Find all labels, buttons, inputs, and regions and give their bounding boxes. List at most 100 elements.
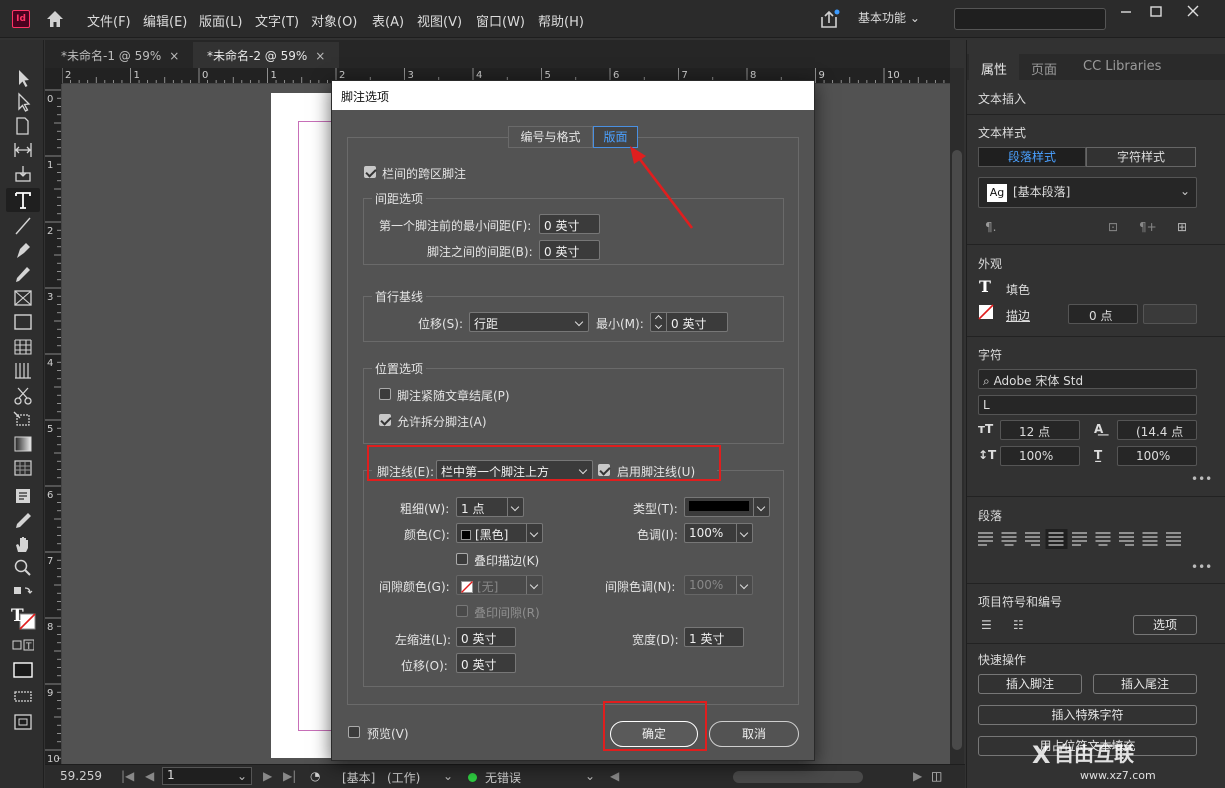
direct-selection-tool-icon[interactable]: [12, 92, 34, 112]
pilcrow-icon[interactable]: ¶.: [985, 220, 996, 234]
fill-type-icon[interactable]: T: [978, 278, 994, 294]
character-styles-toggle[interactable]: 字符样式: [1086, 147, 1196, 167]
line-tool-icon[interactable]: [12, 216, 34, 236]
cancel-button[interactable]: 取消: [709, 721, 799, 747]
preview-checkbox[interactable]: [348, 726, 360, 738]
font-family-select[interactable]: ⌕ Adobe 宋体 Std: [978, 369, 1197, 389]
content-collector-icon[interactable]: [12, 164, 34, 184]
hand-tool-icon[interactable]: [12, 534, 34, 554]
close-icon[interactable]: [1180, 4, 1206, 20]
rectangle-frame-tool-icon[interactable]: [12, 288, 34, 308]
free-transform-tool-icon[interactable]: [12, 410, 34, 430]
menu-type[interactable]: 文字(T): [255, 11, 299, 30]
overprint-gap-checkbox[interactable]: [456, 605, 468, 617]
paragraph-styles-toggle[interactable]: 段落样式: [978, 147, 1086, 167]
rule-on-checkbox[interactable]: [598, 464, 610, 476]
zoom-tool-icon[interactable]: [12, 558, 34, 578]
numbered-list-icon[interactable]: ☷: [1013, 618, 1024, 632]
apply-color-icon[interactable]: [12, 660, 34, 680]
stroke-none-icon[interactable]: [978, 304, 994, 320]
swap-fill-stroke-icon[interactable]: [12, 584, 34, 604]
menu-object[interactable]: 对象(O): [311, 11, 357, 30]
leading-field[interactable]: (14.4 点: [1117, 420, 1197, 440]
color-select[interactable]: [黑色]: [456, 523, 543, 543]
zoom-level[interactable]: 59.259: [60, 769, 102, 783]
chevron-down-icon[interactable]: ⌄: [585, 769, 595, 783]
previous-page-icon[interactable]: ◀: [145, 769, 154, 783]
min-space-before-field[interactable]: 0 英寸: [539, 214, 600, 234]
screen-mode-icon[interactable]: [12, 686, 34, 706]
split-window-icon[interactable]: ◫: [931, 769, 942, 783]
rule-offset-field[interactable]: 0 英寸: [456, 653, 516, 673]
share-icon[interactable]: [818, 8, 840, 30]
scroll-left-icon[interactable]: ◀: [610, 769, 619, 783]
gap-tool-icon[interactable]: [12, 140, 34, 160]
space-between-field[interactable]: 0 英寸: [539, 240, 600, 260]
page-tool-icon[interactable]: [12, 116, 34, 136]
stroke-type-select[interactable]: [1143, 304, 1197, 324]
stroke-weight-field[interactable]: 0 点: [1068, 304, 1138, 324]
search-input[interactable]: [954, 8, 1106, 30]
vertical-scrollbar[interactable]: [950, 68, 964, 764]
menu-table[interactable]: 表(A): [372, 11, 404, 30]
tab-doc-2[interactable]: *未命名-2 @ 59% ×: [193, 42, 340, 68]
paragraph-style-select[interactable]: Ag [基本段落] ⌄: [978, 177, 1197, 208]
chevron-down-icon[interactable]: ⌄: [443, 769, 453, 783]
next-page-icon[interactable]: ▶: [263, 769, 272, 783]
insert-special-character-button[interactable]: 插入特殊字符: [978, 705, 1197, 725]
home-icon[interactable]: [44, 8, 66, 30]
menu-edit[interactable]: 编辑(E): [143, 11, 187, 30]
tab-properties[interactable]: 属性: [969, 54, 1020, 80]
tint-field[interactable]: 100%: [684, 523, 753, 543]
menu-view[interactable]: 视图(V): [417, 11, 462, 30]
preflight-icon[interactable]: ◔: [310, 769, 320, 783]
width-field[interactable]: 1 英寸: [684, 627, 744, 647]
note-tool-icon[interactable]: [12, 486, 34, 506]
insert-endnote-button[interactable]: 插入尾注: [1093, 674, 1197, 694]
first-page-icon[interactable]: |◀: [121, 769, 134, 783]
tab-doc-1[interactable]: *未命名-1 @ 59% ×: [47, 42, 193, 68]
weight-field[interactable]: 1 点: [456, 497, 524, 517]
tab-close-icon[interactable]: ×: [169, 49, 179, 63]
tab-close-icon[interactable]: ×: [315, 49, 325, 63]
grid-tool-icon[interactable]: [12, 360, 34, 380]
gradient-tool-icon[interactable]: [12, 434, 34, 454]
table-tool-icon[interactable]: [12, 336, 34, 356]
tab-cc-libraries[interactable]: CC Libraries: [1071, 54, 1173, 80]
tab-pages[interactable]: 页面: [1019, 54, 1069, 80]
span-columns-checkbox[interactable]: [364, 166, 376, 178]
font-style-select[interactable]: L: [978, 395, 1197, 415]
ok-button[interactable]: 确定: [610, 721, 698, 747]
workspace-select[interactable]: 基本功能 ⌄: [858, 9, 938, 29]
gradient-feather-tool-icon[interactable]: [12, 458, 34, 478]
stepper-icon[interactable]: [651, 313, 667, 331]
scrollbar-thumb[interactable]: [952, 150, 962, 750]
left-indent-field[interactable]: 0 英寸: [456, 627, 516, 647]
stroke-label[interactable]: 描边: [1006, 307, 1030, 324]
selection-tool-icon[interactable]: [12, 68, 34, 88]
minimize-icon[interactable]: [1113, 4, 1139, 20]
eyedropper-tool-icon[interactable]: [12, 510, 34, 530]
fill-stroke-swatch-icon[interactable]: T: [8, 604, 38, 632]
pen-tool-icon[interactable]: [12, 240, 34, 260]
bullets-options-button[interactable]: 选项: [1133, 615, 1197, 635]
rule-type-select[interactable]: [684, 497, 770, 517]
rectangle-tool-icon[interactable]: [12, 312, 34, 332]
pencil-tool-icon[interactable]: [12, 264, 34, 284]
follow-story-checkbox[interactable]: [379, 388, 391, 400]
maximize-icon[interactable]: [1143, 4, 1169, 20]
gap-color-select[interactable]: [无]: [456, 575, 543, 595]
overprint-stroke-checkbox[interactable]: [456, 553, 468, 565]
chevron-down-icon[interactable]: ⌄: [237, 769, 247, 783]
menu-help[interactable]: 帮助(H): [538, 11, 584, 30]
horizontal-scale-field[interactable]: 100%: [1117, 446, 1197, 466]
bullet-list-icon[interactable]: ☰: [981, 618, 992, 632]
type-tool-icon[interactable]: [12, 190, 34, 210]
scissors-tool-icon[interactable]: [12, 386, 34, 406]
formatting-affects-icon[interactable]: T: [12, 636, 34, 656]
gap-tint-field[interactable]: 100%: [684, 575, 753, 595]
tab-numbering-formatting[interactable]: 编号与格式: [508, 126, 593, 148]
vertical-scale-field[interactable]: 100%: [1000, 446, 1080, 466]
menu-window[interactable]: 窗口(W): [476, 11, 525, 30]
last-page-icon[interactable]: ▶|: [283, 769, 296, 783]
